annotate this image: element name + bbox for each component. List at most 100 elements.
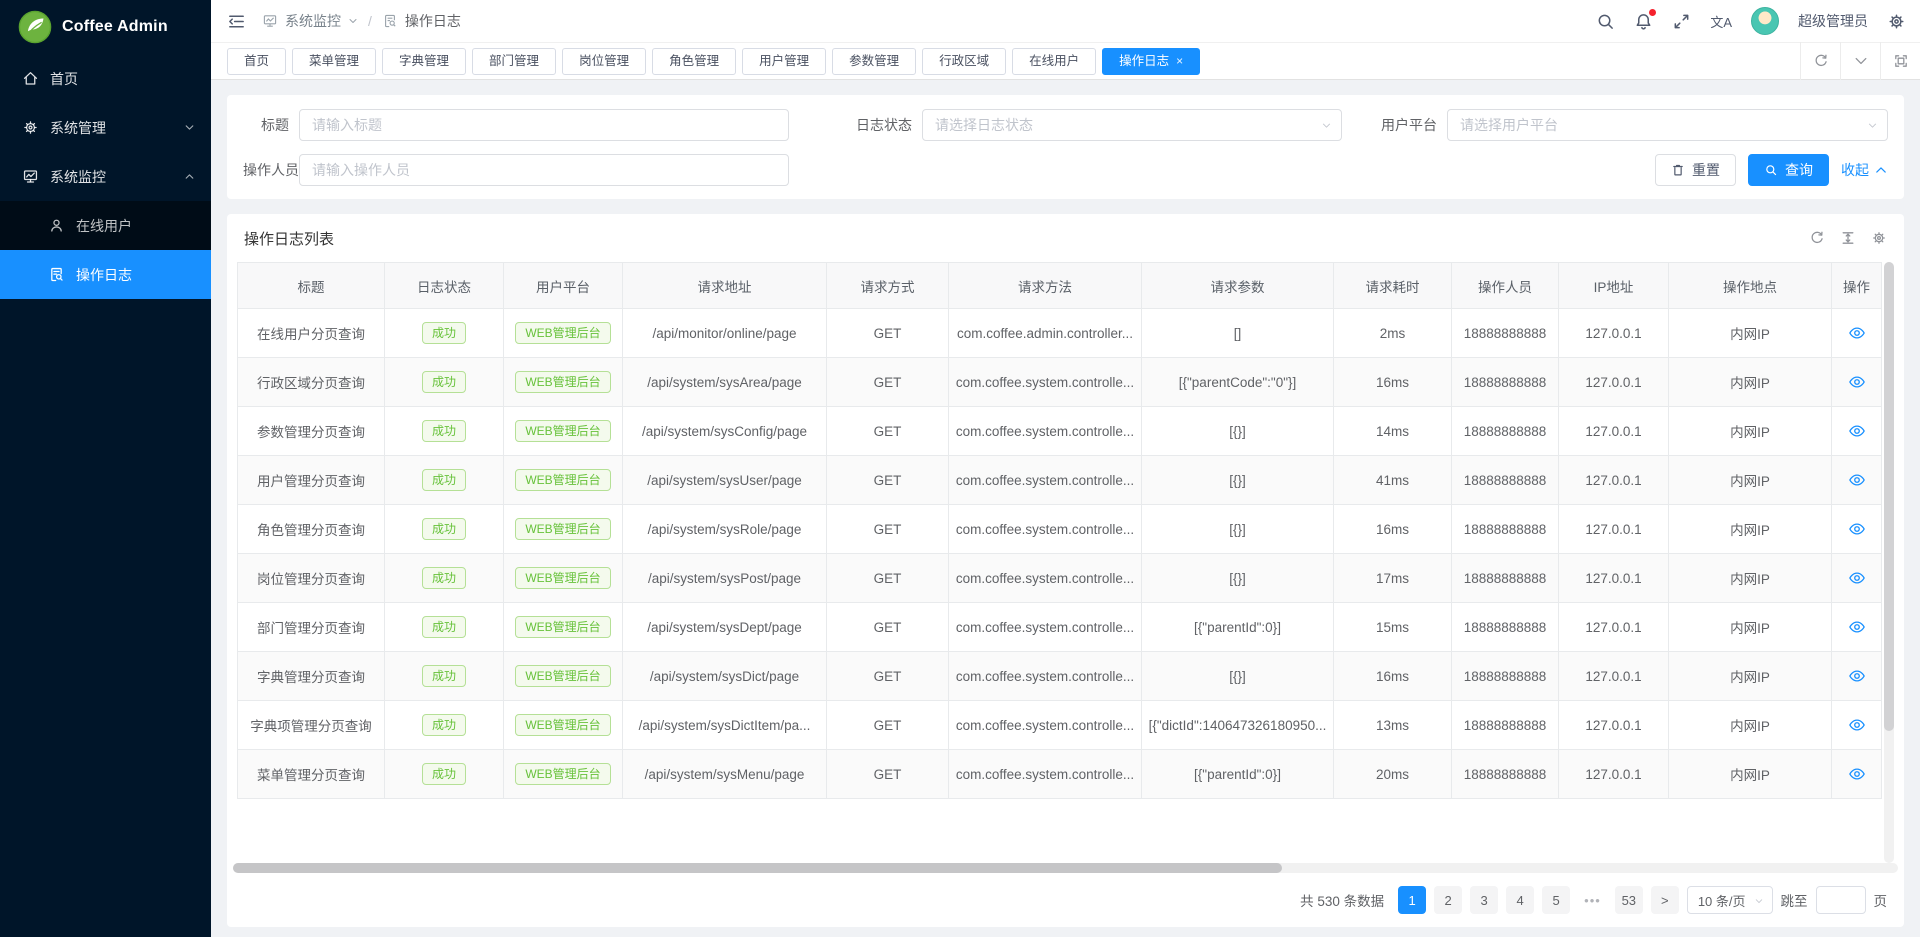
column-header-4[interactable]: 请求地址 xyxy=(623,262,827,309)
cell-action xyxy=(1832,701,1882,750)
operator-input[interactable] xyxy=(299,154,789,186)
log-status-label: 日志状态 xyxy=(789,115,922,135)
page-button-5[interactable]: 5 xyxy=(1542,886,1570,914)
platform-badge: WEB管理后台 xyxy=(515,518,610,540)
cell-platform: WEB管理后台 xyxy=(504,652,623,701)
pagination-ellipsis: ••• xyxy=(1578,886,1607,914)
tab-1[interactable]: 首页 xyxy=(227,48,286,75)
tab-7[interactable]: 用户管理 xyxy=(742,48,826,75)
content-fullscreen-button[interactable] xyxy=(1880,42,1920,80)
tab-menu-button[interactable] xyxy=(1840,42,1880,80)
cell-url: /api/system/sysDict/page xyxy=(623,652,827,701)
view-detail-button[interactable] xyxy=(1848,471,1866,489)
column-header-12[interactable]: 操作 xyxy=(1832,262,1882,309)
reset-button[interactable]: 重置 xyxy=(1655,154,1736,186)
user-platform-select[interactable] xyxy=(1447,109,1888,141)
cell-method: GET xyxy=(827,456,949,505)
tab-2[interactable]: 菜单管理 xyxy=(292,48,376,75)
column-header-7[interactable]: 请求参数 xyxy=(1142,262,1334,309)
search-button[interactable]: 查询 xyxy=(1748,154,1829,186)
collapse-filter-link[interactable]: 收起 xyxy=(1841,160,1888,180)
view-detail-button[interactable] xyxy=(1848,667,1866,685)
column-settings-gear-icon[interactable] xyxy=(1871,230,1887,246)
tab-4[interactable]: 部门管理 xyxy=(472,48,556,75)
cell-params: [{}] xyxy=(1142,407,1334,456)
vertical-scrollbar[interactable] xyxy=(1884,262,1894,863)
cell-method: GET xyxy=(827,309,949,358)
refresh-tab-button[interactable] xyxy=(1800,42,1840,80)
title-label: 标题 xyxy=(243,115,299,135)
cell-ip: 127.0.0.1 xyxy=(1559,603,1669,652)
cell-title: 行政区域分页查询 xyxy=(237,358,385,407)
next-page-button[interactable]: > xyxy=(1651,886,1679,914)
notification-bell[interactable] xyxy=(1634,12,1653,31)
app-logo[interactable]: Coffee Admin xyxy=(0,0,211,54)
breadcrumb-parent[interactable]: 系统监控 xyxy=(285,11,341,31)
sidebar-item-operation-log[interactable]: 操作日志 xyxy=(0,250,211,299)
status-badge: 成功 xyxy=(422,763,466,785)
avatar[interactable] xyxy=(1751,7,1779,35)
tab-6[interactable]: 角色管理 xyxy=(652,48,736,75)
view-detail-button[interactable] xyxy=(1848,373,1866,391)
column-header-9[interactable]: 操作人员 xyxy=(1452,262,1559,309)
sidebar-item-system-monitor[interactable]: 系统监控 xyxy=(0,152,211,201)
page-button-3[interactable]: 3 xyxy=(1470,886,1498,914)
translate-icon[interactable]: 文A xyxy=(1710,12,1732,31)
column-header-3[interactable]: 用户平台 xyxy=(504,262,623,309)
tab-11[interactable]: 操作日志× xyxy=(1102,48,1200,75)
page-content: 标题 日志状态 用户平台 xyxy=(211,80,1920,937)
view-detail-button[interactable] xyxy=(1848,324,1866,342)
title-input[interactable] xyxy=(299,109,789,141)
column-header-10[interactable]: IP地址 xyxy=(1559,262,1669,309)
jump-page-input[interactable] xyxy=(1816,886,1866,914)
page-button-4[interactable]: 4 xyxy=(1506,886,1534,914)
cell-title: 在线用户分页查询 xyxy=(237,309,385,358)
column-header-2[interactable]: 日志状态 xyxy=(385,262,504,309)
data-table: 标题日志状态用户平台请求地址请求方式请求方法请求参数请求耗时操作人员IP地址操作… xyxy=(237,262,1894,863)
cell-handler: com.coffee.admin.controller... xyxy=(949,309,1142,358)
vertical-scrollbar-thumb[interactable] xyxy=(1884,262,1894,731)
refresh-icon[interactable] xyxy=(1809,230,1825,246)
breadcrumb-separator: / xyxy=(365,13,375,29)
log-status-select[interactable] xyxy=(922,109,1342,141)
view-detail-button[interactable] xyxy=(1848,569,1866,587)
horizontal-scrollbar-thumb[interactable] xyxy=(233,863,1282,873)
cell-handler: com.coffee.system.controlle... xyxy=(949,505,1142,554)
column-header-11[interactable]: 操作地点 xyxy=(1669,262,1832,309)
view-detail-button[interactable] xyxy=(1848,765,1866,783)
column-header-5[interactable]: 请求方式 xyxy=(827,262,949,309)
settings-gear-icon[interactable] xyxy=(1887,12,1906,31)
cell-handler: com.coffee.system.controlle... xyxy=(949,456,1142,505)
table-row: 参数管理分页查询成功WEB管理后台/api/system/sysConfig/p… xyxy=(237,407,1882,456)
search-icon[interactable] xyxy=(1596,12,1615,31)
close-icon[interactable]: × xyxy=(1176,55,1183,67)
horizontal-scrollbar[interactable] xyxy=(233,863,1898,873)
tab-8[interactable]: 参数管理 xyxy=(832,48,916,75)
table-header: 标题日志状态用户平台请求地址请求方式请求方法请求参数请求耗时操作人员IP地址操作… xyxy=(237,262,1882,309)
tab-5[interactable]: 岗位管理 xyxy=(562,48,646,75)
tab-10[interactable]: 在线用户 xyxy=(1012,48,1096,75)
page-button-2[interactable]: 2 xyxy=(1434,886,1462,914)
page-button-1[interactable]: 1 xyxy=(1398,886,1426,914)
sidebar-item-online-users[interactable]: 在线用户 xyxy=(0,201,211,250)
cell-method: GET xyxy=(827,701,949,750)
tab-9[interactable]: 行政区域 xyxy=(922,48,1006,75)
column-header-1[interactable]: 标题 xyxy=(237,262,385,309)
row-height-icon[interactable] xyxy=(1840,230,1856,246)
column-header-8[interactable]: 请求耗时 xyxy=(1334,262,1452,309)
view-detail-button[interactable] xyxy=(1848,520,1866,538)
view-detail-button[interactable] xyxy=(1848,422,1866,440)
page-size-select[interactable]: 10 条/页 xyxy=(1687,886,1773,914)
tab-3[interactable]: 字典管理 xyxy=(382,48,466,75)
view-detail-button[interactable] xyxy=(1848,716,1866,734)
cell-ip: 127.0.0.1 xyxy=(1559,456,1669,505)
view-detail-button[interactable] xyxy=(1848,618,1866,636)
sidebar-collapse-button[interactable] xyxy=(227,12,246,31)
sidebar-item-system-management[interactable]: 系统管理 xyxy=(0,103,211,152)
page-button-53[interactable]: 53 xyxy=(1615,886,1643,914)
cell-url: /api/system/sysUser/page xyxy=(623,456,827,505)
fullscreen-icon[interactable] xyxy=(1672,12,1691,31)
sidebar-item-home[interactable]: 首页 xyxy=(0,54,211,103)
column-header-6[interactable]: 请求方法 xyxy=(949,262,1142,309)
user-name[interactable]: 超级管理员 xyxy=(1798,11,1868,31)
